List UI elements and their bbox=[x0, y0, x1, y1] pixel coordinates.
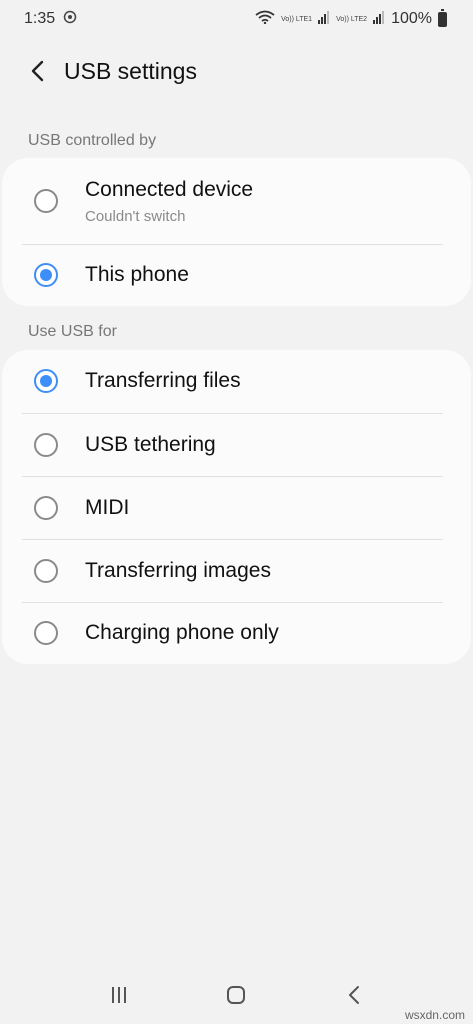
radio-button[interactable] bbox=[34, 559, 58, 583]
battery-icon bbox=[438, 8, 447, 27]
option-connected-device[interactable]: Connected device Couldn't switch bbox=[2, 158, 471, 244]
option-usb-tethering[interactable]: USB tethering bbox=[2, 414, 471, 476]
radio-button[interactable] bbox=[34, 433, 58, 457]
recents-icon bbox=[111, 987, 126, 1003]
section-label-controlled-by: USB controlled by bbox=[28, 132, 157, 149]
app-header: USB settings bbox=[0, 48, 473, 94]
radio-button[interactable] bbox=[34, 189, 58, 213]
option-label: Connected device bbox=[85, 178, 254, 201]
back-nav-icon bbox=[349, 986, 360, 1004]
signal-icon bbox=[318, 10, 330, 29]
home-icon bbox=[227, 986, 246, 1004]
watermark: wsxdn.com bbox=[404, 1008, 465, 1022]
controlled-by-card: Connected device Couldn't switch This ph… bbox=[2, 158, 471, 306]
sync-icon bbox=[63, 10, 77, 29]
recents-button[interactable] bbox=[89, 975, 149, 1015]
option-charging-phone-only[interactable]: Charging phone only bbox=[2, 603, 471, 664]
sim1-indicator: Vo)) LTE1 bbox=[281, 15, 313, 23]
option-transferring-files[interactable]: Transferring files bbox=[2, 350, 471, 413]
radio-button[interactable] bbox=[34, 496, 58, 520]
option-label: This phone bbox=[85, 263, 189, 286]
page-title: USB settings bbox=[64, 57, 197, 84]
use-usb-for-card: Transferring files USB tethering MIDI Tr… bbox=[2, 350, 471, 664]
status-right: Vo)) LTE1 Vo)) LTE2 100% bbox=[255, 8, 447, 29]
status-left: 1:35 bbox=[24, 10, 77, 29]
option-label: USB tethering bbox=[85, 433, 216, 456]
option-label: MIDI bbox=[85, 496, 130, 519]
navigation-bar bbox=[0, 966, 473, 1024]
back-nav-button[interactable] bbox=[324, 975, 384, 1015]
option-transferring-images[interactable]: Transferring images bbox=[2, 540, 471, 602]
signal-icon bbox=[373, 10, 385, 29]
sim2-indicator: Vo)) LTE2 bbox=[336, 15, 368, 23]
option-label: Charging phone only bbox=[85, 621, 279, 644]
back-arrow-icon bbox=[31, 60, 44, 82]
battery-percent: 100% bbox=[391, 10, 432, 27]
home-button[interactable] bbox=[206, 975, 266, 1015]
status-bar: 1:35 Vo)) LTE1 Vo)) LTE2 100% bbox=[0, 0, 473, 38]
wifi-icon bbox=[255, 10, 275, 29]
radio-button-selected[interactable] bbox=[34, 263, 58, 287]
option-midi[interactable]: MIDI bbox=[2, 477, 471, 539]
status-time: 1:35 bbox=[24, 10, 56, 27]
option-label: Transferring images bbox=[85, 559, 271, 582]
option-label: Transferring files bbox=[85, 369, 241, 392]
option-this-phone[interactable]: This phone bbox=[2, 245, 471, 306]
radio-button-selected[interactable] bbox=[34, 369, 58, 393]
radio-button[interactable] bbox=[34, 621, 58, 645]
section-label-use-usb-for: Use USB for bbox=[28, 323, 117, 340]
option-sublabel: Couldn't switch bbox=[85, 208, 186, 225]
back-button[interactable] bbox=[14, 48, 62, 94]
